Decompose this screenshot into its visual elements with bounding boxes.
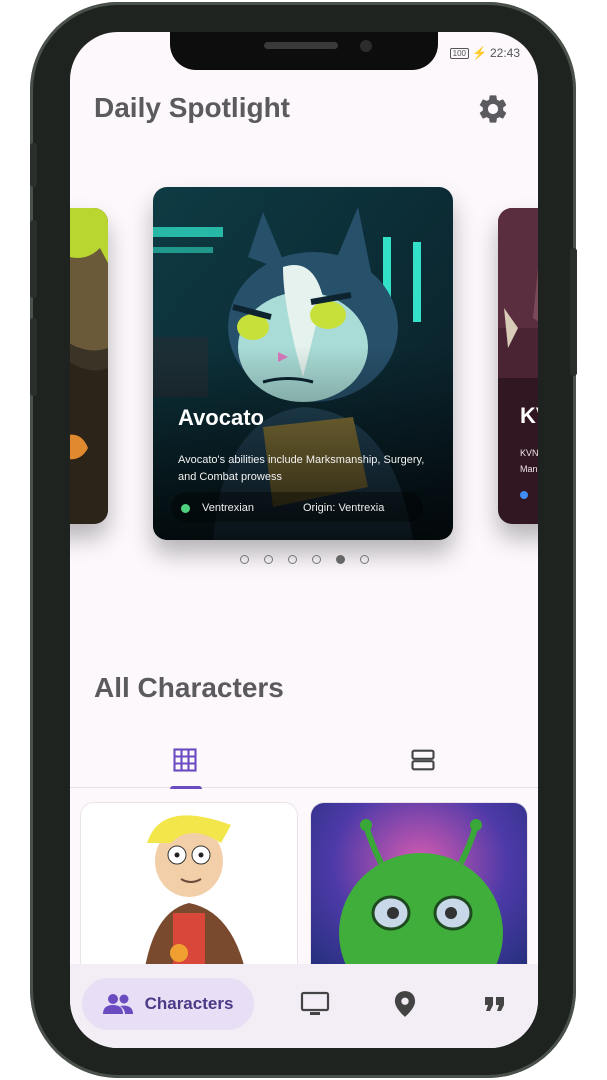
- mute-switch: [30, 143, 37, 187]
- pagination-dot[interactable]: [264, 555, 273, 564]
- status-dot-icon: [520, 491, 528, 499]
- featured-character-origin: Origin: Ventrexia: [303, 502, 385, 514]
- tab-grid-view[interactable]: [70, 732, 300, 789]
- grid-view-icon: [173, 748, 197, 772]
- featured-character-name: Avocato: [178, 405, 264, 430]
- status-bar: 100 ⚡ 22:43: [449, 46, 520, 60]
- next-character-desc-line1: KVN: [520, 448, 538, 458]
- next-character-image: [498, 208, 538, 524]
- carousel-pagination: [240, 555, 369, 564]
- list-view-icon: [411, 749, 435, 771]
- tv-icon: [300, 991, 330, 1015]
- nav-item-quotes[interactable]: [475, 984, 515, 1024]
- avocato-character-image: [153, 187, 453, 540]
- speaker: [264, 42, 338, 49]
- tab-list-view[interactable]: [308, 732, 538, 788]
- nav-label-characters: Characters: [144, 994, 234, 1013]
- people-icon: [102, 994, 133, 1014]
- featured-character-status: Ventrexian: [181, 502, 254, 514]
- nav-item-locations[interactable]: [385, 984, 425, 1024]
- view-mode-tabs: [70, 732, 538, 789]
- pagination-dot[interactable]: [288, 555, 297, 564]
- bottom-navigation: Characters: [70, 964, 538, 1048]
- next-character-desc-line2: Man: [520, 464, 538, 474]
- selected-tab-indicator: [170, 786, 202, 789]
- power-button: [570, 248, 577, 376]
- pagination-dot[interactable]: [336, 555, 345, 564]
- location-pin-icon: [394, 991, 416, 1017]
- front-camera: [360, 40, 372, 52]
- page-title: Daily Spotlight: [94, 92, 290, 123]
- pagination-dot[interactable]: [240, 555, 249, 564]
- status-dot-icon: [181, 503, 190, 513]
- battery-indicator: 100: [449, 47, 470, 59]
- section-title: All Characters: [94, 672, 284, 703]
- carousel-card-featured[interactable]: Avocato Avocato's abilities include Mark…: [153, 187, 453, 540]
- volume-down-button: [30, 318, 37, 396]
- nav-item-characters[interactable]: Characters: [82, 978, 254, 1030]
- gear-icon[interactable]: [476, 92, 510, 126]
- nav-item-episodes[interactable]: [295, 984, 335, 1024]
- pagination-dot[interactable]: [360, 555, 369, 564]
- quote-icon: [485, 997, 504, 1011]
- featured-character-description: Avocato's abilities include Marksmanship…: [178, 454, 425, 483]
- carousel-card-next[interactable]: KV KVN Man: [498, 208, 538, 524]
- notch: [170, 32, 438, 70]
- app-screen: 100 ⚡ 22:43 Daily Spotlight Avocato Avoc…: [70, 32, 538, 1048]
- featured-character-species: Ventrexian: [202, 502, 254, 514]
- volume-up-button: [30, 220, 37, 298]
- previous-character-image: [70, 208, 108, 524]
- clock: 22:43: [489, 46, 520, 60]
- next-character-name: KV: [520, 403, 538, 428]
- pagination-dot[interactable]: [312, 555, 321, 564]
- carousel-card-previous[interactable]: [70, 208, 108, 524]
- charging-icon: ⚡: [472, 46, 487, 60]
